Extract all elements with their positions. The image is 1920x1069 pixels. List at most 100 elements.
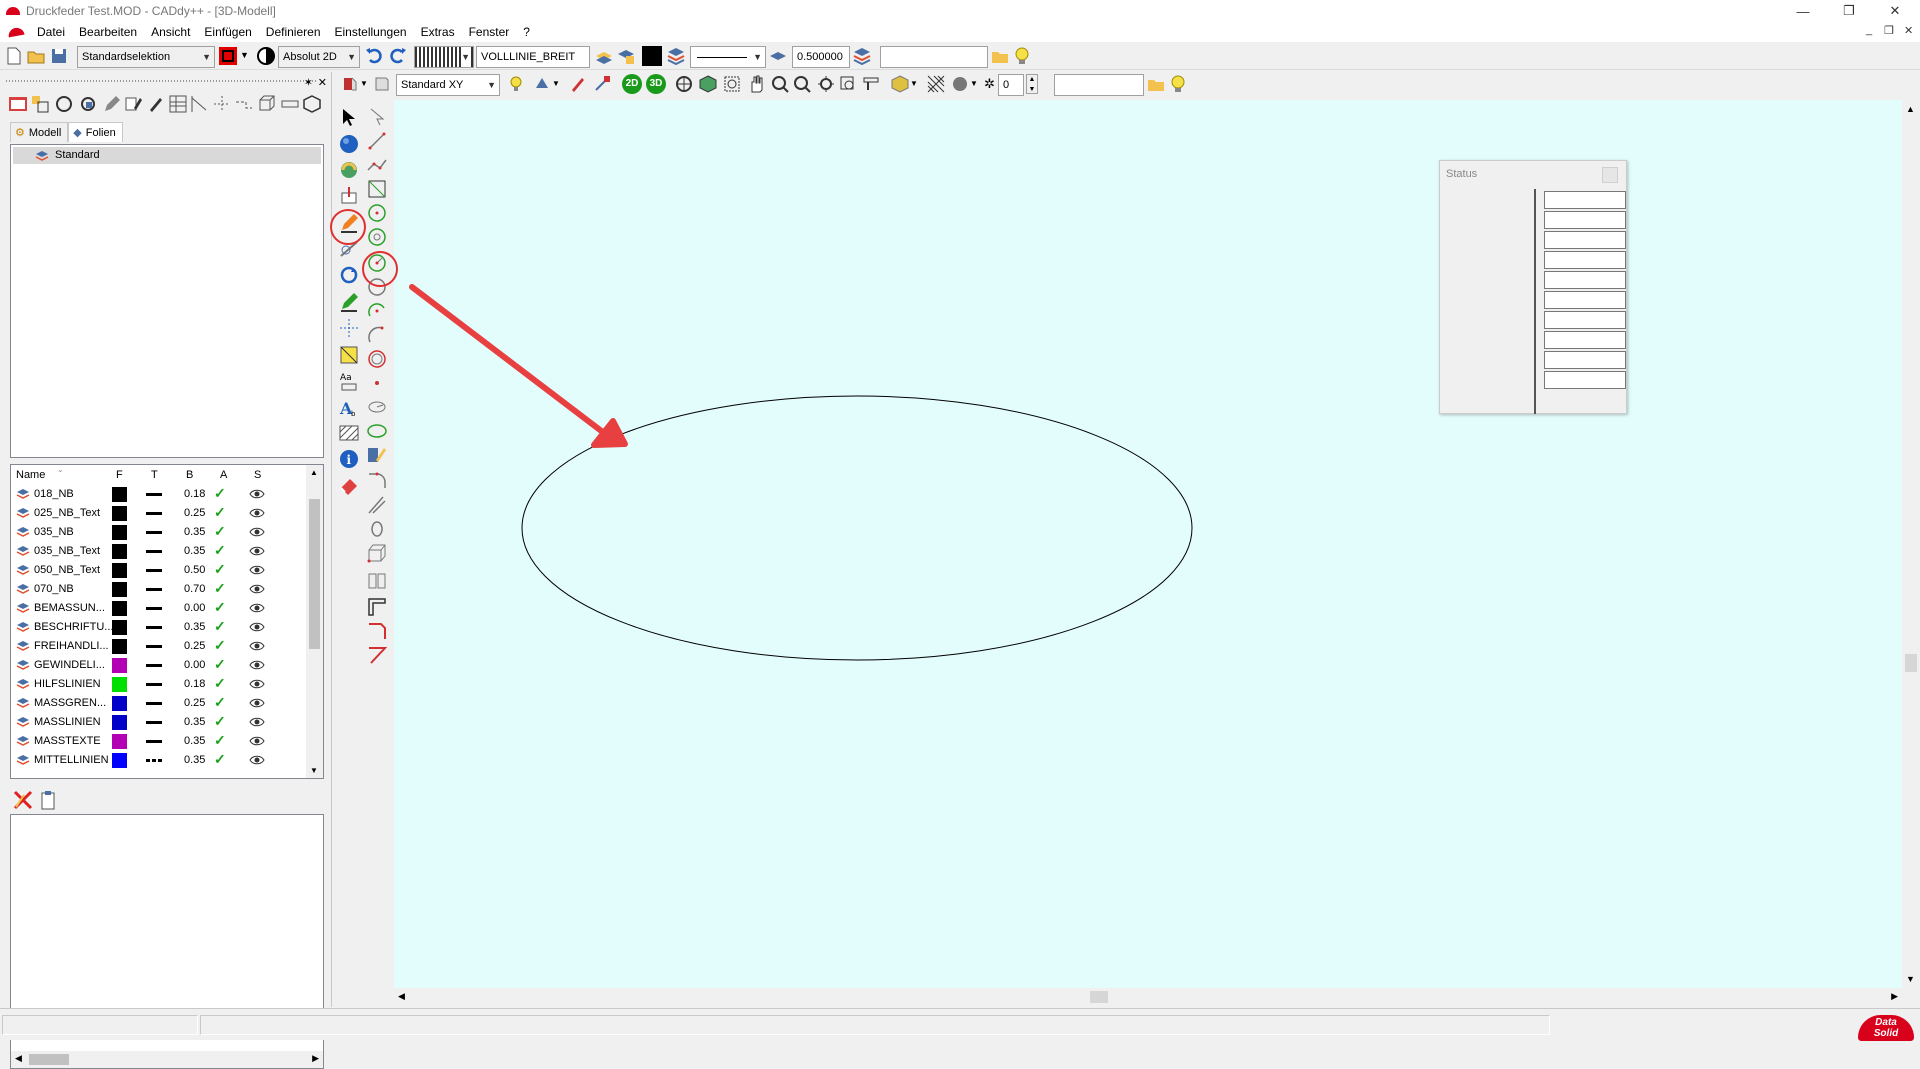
scroll-down-icon[interactable]: ▼	[1906, 974, 1915, 984]
checkmark-icon[interactable]: ✓	[214, 637, 226, 654]
layer-color-swatch[interactable]	[112, 506, 127, 521]
layer-row[interactable]: BEMASSUN... 0.00 ✓	[11, 599, 307, 618]
new-file-icon[interactable]	[4, 46, 24, 66]
point-tool-icon[interactable]	[366, 372, 388, 394]
eye-icon[interactable]	[249, 487, 265, 501]
mdi-minimize-button[interactable]: _	[1866, 24, 1872, 36]
line-width-field[interactable]: 0.500000	[792, 46, 850, 68]
eye-icon[interactable]	[249, 734, 265, 748]
view-cube-icon[interactable]	[698, 74, 718, 94]
layer-row[interactable]: BESCHRIFTU... 0.35 ✓	[11, 618, 307, 637]
eye-icon[interactable]	[249, 639, 265, 653]
scroll-right-icon[interactable]: ▶	[1891, 991, 1898, 1002]
checkmark-icon[interactable]: ✓	[214, 675, 226, 692]
mdi-restore-button[interactable]: ❐	[1884, 24, 1894, 37]
layers-icon[interactable]	[852, 46, 872, 66]
layer-row[interactable]: MASSTEXTE 0.35 ✓	[11, 732, 307, 751]
view-2d-button[interactable]: 2D	[622, 74, 642, 94]
corner-red-icon[interactable]	[366, 620, 388, 642]
layer-color-swatch[interactable]	[112, 696, 127, 711]
render-sphere-icon[interactable]	[950, 74, 970, 94]
layer-linewidth[interactable]: 0.00	[184, 659, 205, 671]
menu-einfuegen[interactable]: Einfügen	[197, 22, 258, 42]
toolbar-text-field[interactable]	[880, 46, 988, 68]
layer-linetype[interactable]	[146, 759, 162, 762]
scroll-thumb[interactable]	[1905, 654, 1917, 672]
select-arrow-icon[interactable]	[338, 106, 360, 128]
page-icon[interactable]	[372, 74, 392, 94]
spline-icon[interactable]	[366, 518, 388, 540]
selection-mode-select[interactable]: Standardselektion ▼	[77, 46, 215, 68]
eye-icon[interactable]	[249, 506, 265, 520]
eye-icon[interactable]	[249, 696, 265, 710]
layer-row[interactable]: 018_NB 0.18 ✓	[11, 485, 307, 504]
zoom-in-icon[interactable]	[770, 74, 790, 94]
layer-row[interactable]: GEWINDELI... 0.00 ✓	[11, 656, 307, 675]
box-3d-icon[interactable]	[366, 542, 388, 564]
clipboard-icon[interactable]	[38, 789, 58, 811]
checkmark-icon[interactable]: ✓	[214, 694, 226, 711]
ellipse-green-icon[interactable]	[366, 420, 388, 442]
layer-linewidth[interactable]: 0.35	[184, 545, 205, 557]
status-close-button[interactable]	[1602, 167, 1618, 183]
layer-color-swatch[interactable]	[112, 525, 127, 540]
checkmark-icon[interactable]: ✓	[214, 523, 226, 540]
orbit-icon[interactable]	[674, 74, 694, 94]
layer-linetype[interactable]	[146, 626, 162, 629]
zoom-out-icon[interactable]	[792, 74, 812, 94]
arc-three-point-icon[interactable]	[366, 324, 388, 346]
layer-color-swatch[interactable]	[112, 487, 127, 502]
layer-row[interactable]: FREIHANDLI... 0.25 ✓	[11, 637, 307, 656]
line-tool-icon[interactable]	[366, 130, 388, 152]
view-text-field[interactable]	[1054, 74, 1144, 96]
status-divider[interactable]	[1534, 189, 1536, 414]
redo-icon[interactable]	[388, 46, 408, 66]
layer-linetype[interactable]	[146, 664, 162, 667]
revolve-icon[interactable]	[338, 159, 360, 181]
layer-linetype[interactable]	[146, 721, 162, 724]
line-style-field[interactable]: VOLLLINIE_BREIT	[476, 46, 590, 68]
layer-linetype[interactable]	[146, 512, 162, 515]
layer-linetype[interactable]	[146, 702, 162, 705]
layer-linewidth[interactable]: 0.25	[184, 640, 205, 652]
scroll-down-icon[interactable]: ▼	[310, 766, 318, 775]
zoom-previous-icon[interactable]	[838, 74, 858, 94]
eye-icon[interactable]	[249, 753, 265, 767]
edit-pen-icon[interactable]	[366, 444, 388, 466]
pencil-icon[interactable]	[102, 94, 122, 114]
checkmark-icon[interactable]: ✓	[214, 504, 226, 521]
fillet-icon[interactable]	[366, 470, 388, 492]
arc-green-icon[interactable]	[366, 300, 388, 322]
rectangle-tool-icon[interactable]	[366, 178, 388, 200]
ruler-icon[interactable]	[280, 94, 300, 114]
folder-search-icon[interactable]	[990, 46, 1010, 66]
menu-definieren[interactable]: Definieren	[259, 22, 328, 42]
menu-help[interactable]: ?	[516, 22, 537, 42]
view-3d-button[interactable]: 3D	[646, 74, 666, 94]
layer-linewidth[interactable]: 0.35	[184, 526, 205, 538]
coord-mode-select[interactable]: Absolut 2D ▼	[278, 46, 360, 68]
layer-linewidth[interactable]: 0.35	[184, 716, 205, 728]
column-header-name[interactable]: Name	[16, 469, 45, 481]
lightbulb-icon[interactable]	[1168, 74, 1188, 94]
crosshair-icon[interactable]	[212, 94, 232, 114]
column-header-visible[interactable]: S	[254, 469, 261, 481]
layer-linewidth[interactable]: 0.35	[184, 735, 205, 747]
menu-datei[interactable]: Datei	[30, 22, 72, 42]
layer-color-swatch[interactable]	[112, 601, 127, 616]
eye-icon[interactable]	[249, 544, 265, 558]
layer-row[interactable]: MASSLINIEN 0.35 ✓	[11, 713, 307, 732]
layer-color-swatch[interactable]	[112, 639, 127, 654]
rotate-view-icon[interactable]	[78, 94, 98, 114]
layer-linewidth[interactable]: 0.18	[184, 678, 205, 690]
layer-row[interactable]: 025_NB_Text 0.25 ✓	[11, 504, 307, 523]
lightbulb-icon[interactable]	[1012, 46, 1032, 66]
layer-row[interactable]: MASSGREN... 0.25 ✓	[11, 694, 307, 713]
layer-row[interactable]: 035_NB 0.35 ✓	[11, 523, 307, 542]
layer-color-swatch[interactable]	[112, 677, 127, 692]
column-header-active[interactable]: A	[220, 469, 227, 481]
save-icon[interactable]	[49, 46, 69, 66]
view-plane-select[interactable]: Standard XY ▼	[396, 74, 500, 96]
layer-linewidth[interactable]: 0.18	[184, 488, 205, 500]
eye-icon[interactable]	[249, 677, 265, 691]
